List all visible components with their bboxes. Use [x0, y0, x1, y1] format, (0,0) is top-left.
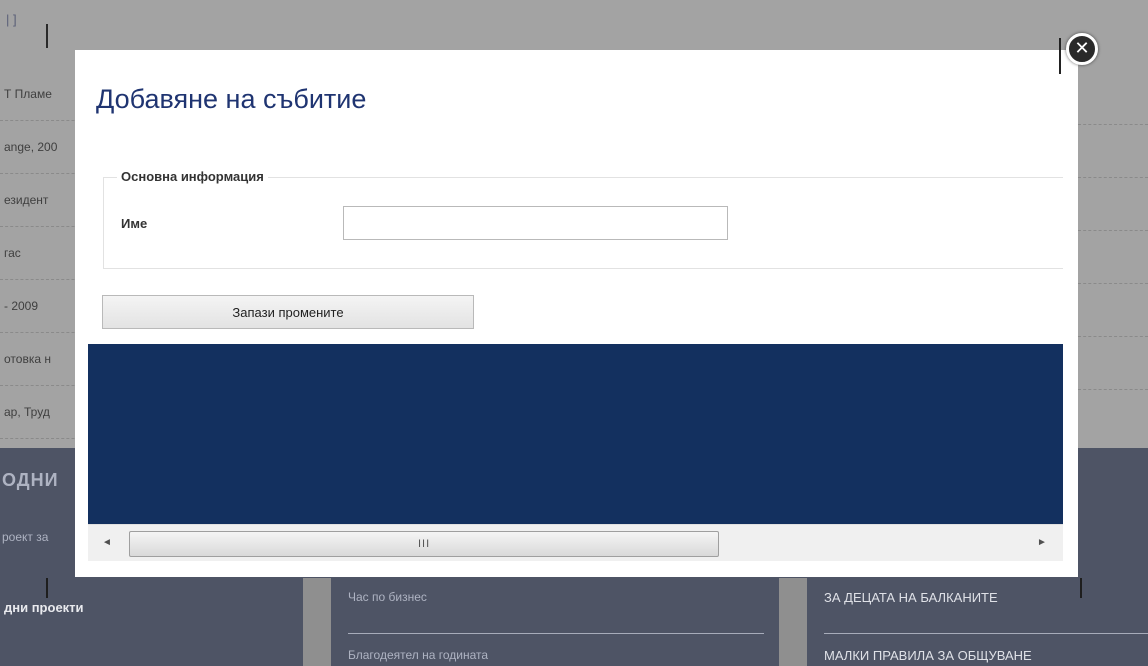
background-column-separator: [779, 578, 807, 666]
close-icon[interactable]: ✕: [1066, 33, 1098, 65]
fieldset-legend: Основна информация: [117, 169, 268, 184]
embedded-content-area: [88, 344, 1063, 524]
background-divider: [46, 578, 48, 598]
scrollbar-thumb[interactable]: III: [129, 531, 719, 557]
background-link-balkan-children[interactable]: ЗА ДЕЦАТА НА БАЛКАНИТЕ: [824, 590, 998, 605]
background-rule: [348, 633, 764, 634]
add-event-dialog: Добавяне на събитие Основна информация И…: [75, 50, 1078, 577]
background-section-heading: ОДНИ: [2, 470, 59, 490]
background-divider: [1080, 578, 1082, 598]
scrollbar-grip-icon: III: [418, 538, 431, 550]
page: | ] Т Пламе ange, 200 езидент гас - 2009…: [0, 0, 1148, 666]
background-section-subtitle: роект за: [2, 530, 49, 544]
scroll-left-arrow-icon[interactable]: ◄: [100, 536, 114, 550]
basic-info-fieldset: Основна информация Име: [103, 169, 1063, 269]
name-input[interactable]: [343, 206, 728, 240]
scroll-right-arrow-icon[interactable]: ►: [1035, 536, 1049, 550]
background-divider: [46, 24, 48, 48]
name-label: Име: [121, 216, 148, 231]
background-column-separator: [303, 578, 331, 666]
background-rule: [824, 633, 1148, 634]
save-changes-button[interactable]: Запази промените: [102, 295, 474, 329]
background-link-benefactor[interactable]: Благодеятел на годината: [348, 648, 488, 662]
background-right-lines: [1078, 72, 1148, 390]
background-top-link: | ]: [6, 12, 17, 27]
background-link-communication-rules[interactable]: МАЛКИ ПРАВИЛА ЗА ОБЩУВАНЕ: [824, 648, 1032, 663]
horizontal-scrollbar[interactable]: ◄ III ►: [88, 524, 1063, 561]
dialog-title: Добавяне на събитие: [96, 84, 367, 114]
dialog-close-edge: [1059, 38, 1061, 74]
background-link-business-hour[interactable]: Час по бизнес: [348, 590, 427, 604]
background-column-title: дни проекти: [4, 600, 84, 615]
